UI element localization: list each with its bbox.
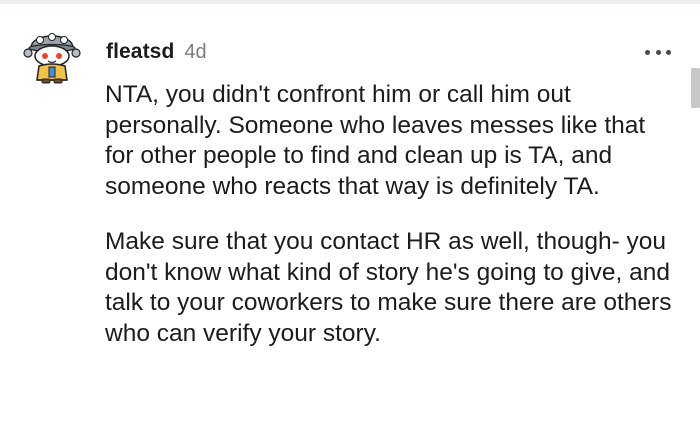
comment-paragraph: NTA, you didn't confront him or call him… xyxy=(105,81,646,200)
snoo-avatar-icon xyxy=(23,33,81,84)
comment: fleatsd 4d NTA, you didn't confront him … xyxy=(0,0,700,443)
user-avatar[interactable] xyxy=(21,22,83,84)
more-options-icon-dot xyxy=(655,49,661,55)
comment-age[interactable]: 4d xyxy=(184,41,206,64)
comment-author[interactable]: fleatsd xyxy=(106,40,174,64)
comment-body: NTA, you didn't confront him or call him… xyxy=(105,80,675,349)
more-options-icon xyxy=(645,49,650,55)
more-options-icon-dot xyxy=(666,49,671,55)
more-options-button[interactable] xyxy=(643,44,673,60)
scrollbar-thumb[interactable] xyxy=(691,68,700,108)
comment-paragraph: Make sure that you contact HR as well, t… xyxy=(105,228,672,347)
comment-header: fleatsd 4d xyxy=(106,38,207,66)
